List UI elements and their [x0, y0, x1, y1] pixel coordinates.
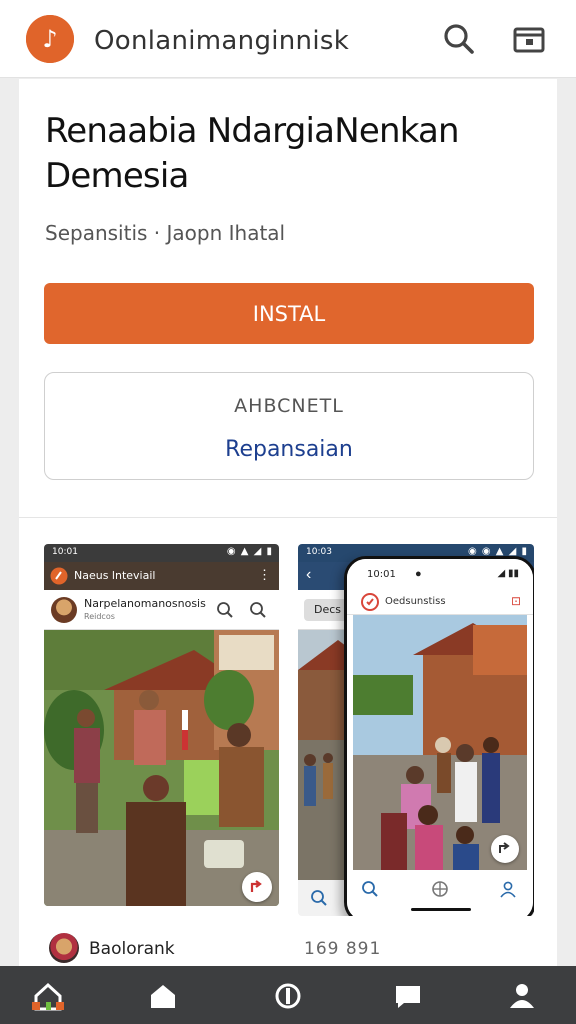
reviewer-avatar[interactable] — [49, 933, 79, 963]
bottom-nav — [0, 966, 576, 1024]
developer-name[interactable]: Sepansitis — [45, 221, 147, 245]
inner-post-header: Narpelanomanosnosis Reidcos — [44, 590, 279, 630]
phone-bottom-bar — [347, 870, 533, 916]
info-link[interactable]: Repansaian — [45, 437, 533, 462]
camera-dot-icon: ● — [415, 568, 422, 580]
app-title: Renaabia NdargiaNenkan Demesia — [45, 111, 460, 196]
category-name[interactable]: Jaopn Ihatal — [167, 221, 286, 245]
status-bar: 10:01 ◉ ▲ ◢ ▮ — [44, 544, 279, 562]
search-icon — [362, 881, 378, 897]
phone-signal-icons: ◢ ▮▮ — [497, 568, 519, 579]
reviewer-name[interactable]: Baolorank — [89, 939, 175, 959]
post-subtitle: Reidcos — [84, 612, 115, 621]
search-icon — [311, 890, 327, 906]
house-icon[interactable] — [147, 980, 179, 1012]
divider — [19, 517, 557, 518]
app-meta: Sepansitis · Jaopn Ihatal — [45, 221, 285, 245]
phone-share-icon: ⊡ — [510, 594, 521, 608]
photo-village-crowd — [353, 615, 527, 870]
inner-app-icon — [50, 567, 68, 585]
screenshot-2[interactable]: 10:03 ◉ ◉ ▲ ◢ ▮ ‹ Decs 10:01 ● ◢ ▮▮ Oeds… — [298, 544, 534, 916]
share-icon — [250, 880, 262, 892]
profile-icon — [500, 881, 516, 898]
separator-dot: · — [153, 221, 167, 245]
app-detail-card: Renaabia NdargiaNenkan Demesia Sepansiti… — [19, 79, 557, 969]
search-chip-label: Decs — [314, 603, 342, 616]
app-name: Oonlanimanginnisk — [94, 26, 350, 56]
post-title: Narpelanomanosnosis — [84, 597, 206, 610]
phone-app-icon — [361, 593, 379, 611]
shot-action-button[interactable] — [242, 872, 272, 902]
photo-village-people — [44, 630, 279, 906]
home-icon[interactable] — [32, 980, 64, 1012]
search-icon — [217, 602, 233, 618]
inner-app-bar: Naeus lnteviail ⋮ — [44, 562, 279, 590]
phone-mockup: 10:01 ● ◢ ▮▮ Oedsunstiss ⊡ — [344, 556, 534, 916]
info-box[interactable]: AHBCNETL Repansaian — [44, 372, 534, 480]
search-icon — [250, 602, 266, 618]
back-arrow-icon: ‹ — [306, 566, 312, 583]
music-note-icon[interactable]: ♪ — [26, 15, 74, 63]
compass-icon[interactable] — [272, 980, 304, 1012]
phone-action-button — [491, 835, 519, 863]
chat-icon[interactable] — [392, 980, 424, 1012]
screenshot-1[interactable]: 10:01 ◉ ▲ ◢ ▮ Naeus lnteviail ⋮ Narpelan… — [44, 544, 279, 906]
status-time: 10:03 — [306, 547, 332, 557]
tab-switcher-icon[interactable] — [512, 22, 546, 56]
status-time: 10:01 — [52, 547, 78, 557]
phone-status-bar: 10:01 ● ◢ ▮▮ — [347, 559, 533, 589]
profile-icon[interactable] — [506, 980, 538, 1012]
review-count: 169 891 — [304, 939, 382, 959]
info-label: AHBCNETL — [234, 395, 344, 417]
signal-icons: ◉ ▲ ◢ ▮ — [226, 546, 273, 557]
globe-icon — [432, 881, 448, 897]
phone-app-title: Oedsunstiss — [385, 596, 446, 607]
install-button[interactable]: INSTAL — [44, 283, 534, 344]
phone-app-bar: Oedsunstiss ⊡ — [347, 589, 533, 615]
avatar — [51, 597, 77, 623]
search-icon[interactable] — [442, 22, 476, 56]
inner-menu-icon: ⋮ — [258, 567, 271, 582]
phone-time: 10:01 — [367, 569, 396, 580]
share-icon — [499, 842, 510, 853]
home-indicator — [411, 908, 471, 911]
top-bar: Oonlanimanginnisk ♪ Oonlanimanginnisk — [0, 0, 576, 78]
inner-app-title: Naeus lnteviail — [74, 569, 156, 582]
